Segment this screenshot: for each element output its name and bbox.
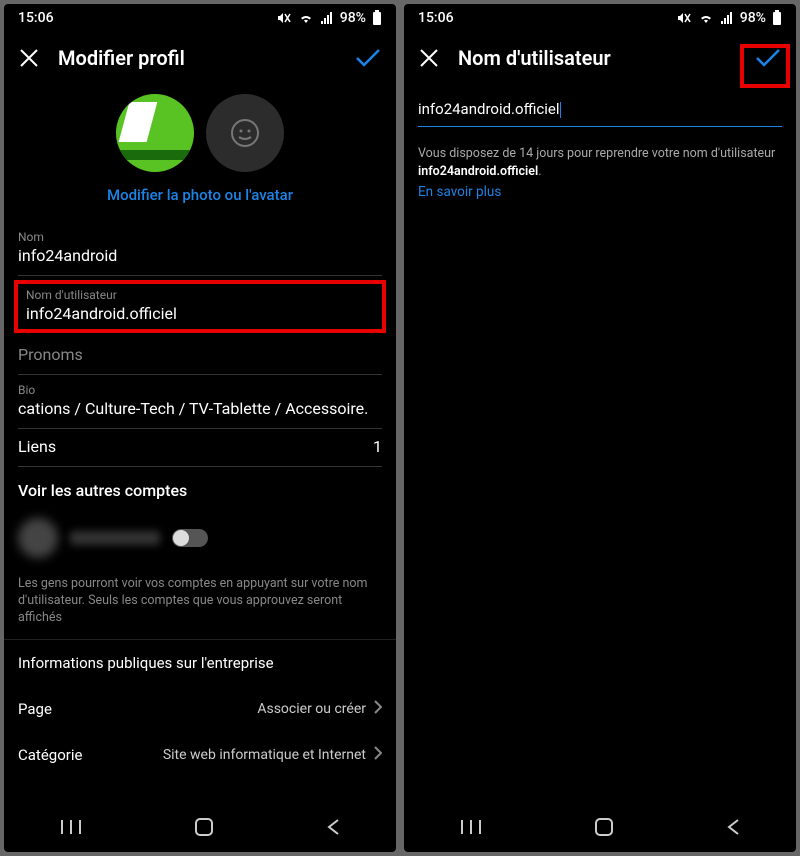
field-links[interactable]: Liens 1 <box>18 429 382 467</box>
status-icons: 98% <box>276 10 382 26</box>
confirm-icon[interactable] <box>354 47 382 69</box>
highlight-confirm <box>740 44 790 88</box>
field-pronouns[interactable]: Pronoms <box>18 337 382 375</box>
mute-icon <box>276 11 292 25</box>
back-button[interactable] <box>326 818 340 840</box>
header: Nom d'utilisateur <box>404 32 796 84</box>
android-navbar <box>404 806 796 852</box>
field-bio-label: Bio <box>18 383 382 397</box>
status-icons: 98% <box>676 10 782 26</box>
avatar-creator-button[interactable] <box>206 94 284 172</box>
row-page[interactable]: Page Associer ou créer <box>4 686 396 732</box>
business-info-label: Informations publiques sur l'entreprise <box>18 654 274 672</box>
learn-more-link[interactable]: En savoir plus <box>404 184 796 200</box>
row-page-value: Associer ou créer <box>257 701 366 717</box>
status-time: 15:06 <box>418 10 454 26</box>
battery-icon <box>772 10 782 26</box>
field-name-label: Nom <box>18 230 382 244</box>
row-page-label: Page <box>18 700 52 718</box>
wifi-icon <box>698 12 714 24</box>
android-navbar <box>4 806 396 852</box>
text-caret <box>560 102 561 118</box>
mute-icon <box>676 11 692 25</box>
home-button[interactable] <box>194 817 214 841</box>
page-title: Modifier profil <box>58 46 336 70</box>
status-time: 15:06 <box>18 10 54 26</box>
header: Modifier profil <box>4 32 396 84</box>
battery-icon <box>372 10 382 26</box>
phone-right: 15:06 98% Nom d'utilisateur info24androi… <box>404 4 796 852</box>
avatar-row <box>4 94 396 172</box>
field-username-label: Nom d'utilisateur <box>26 288 374 302</box>
signal-icon <box>720 12 734 24</box>
field-bio-value: cations / Culture-Tech / TV-Tablette / A… <box>18 399 382 418</box>
row-category[interactable]: Catégorie Site web informatique et Inter… <box>4 732 396 778</box>
chevron-right-icon <box>374 746 382 764</box>
field-username[interactable]: Nom d'utilisateur info24android.officiel <box>26 288 374 323</box>
modify-photo-link[interactable]: Modifier la photo ou l'avatar <box>4 186 396 204</box>
business-info-header: Informations publiques sur l'entreprise <box>4 640 396 686</box>
row-category-value: Site web informatique et Internet <box>163 747 366 763</box>
home-button[interactable] <box>594 817 614 841</box>
account-toggle[interactable] <box>172 529 208 547</box>
other-accounts-hint: Les gens pourront voir vos comptes en ap… <box>4 566 396 627</box>
chevron-right-icon <box>374 700 382 718</box>
battery-text: 98% <box>740 10 766 26</box>
field-links-label: Liens <box>18 437 56 456</box>
back-button[interactable] <box>726 818 740 840</box>
field-bio[interactable]: Bio cations / Culture-Tech / TV-Tablette… <box>18 375 382 429</box>
recent-apps-button[interactable] <box>460 818 482 840</box>
profile-form: Nom info24android Nom d'utilisateur info… <box>4 222 396 467</box>
wifi-icon <box>298 12 314 24</box>
status-bar: 15:06 98% <box>4 4 396 32</box>
highlight-username: Nom d'utilisateur info24android.officiel <box>14 280 386 333</box>
field-pronouns-label: Pronoms <box>18 345 382 364</box>
recent-apps-button[interactable] <box>60 818 82 840</box>
close-icon[interactable] <box>418 47 440 69</box>
username-info: Vous disposez de 14 jours pour reprendre… <box>404 131 796 184</box>
battery-text: 98% <box>340 10 366 26</box>
account-avatar <box>18 518 58 558</box>
field-name-value: info24android <box>18 246 382 265</box>
phone-left: 15:06 98% Modifier profil Modifier la ph… <box>4 4 396 852</box>
username-input-value: info24android.officiel <box>418 100 559 118</box>
row-category-label: Catégorie <box>18 746 82 764</box>
field-name[interactable]: Nom info24android <box>18 222 382 276</box>
close-icon[interactable] <box>18 47 40 69</box>
profile-photo[interactable] <box>116 94 194 172</box>
account-name-blurred <box>70 531 160 545</box>
field-username-value: info24android.officiel <box>26 304 374 323</box>
field-links-count: 1 <box>373 437 382 456</box>
status-bar: 15:06 98% <box>404 4 796 32</box>
signal-icon <box>320 12 334 24</box>
username-input[interactable]: info24android.officiel <box>418 100 782 127</box>
other-accounts-title: Voir les autres comptes <box>4 467 396 510</box>
page-title: Nom d'utilisateur <box>458 46 736 70</box>
account-row[interactable] <box>4 510 396 566</box>
